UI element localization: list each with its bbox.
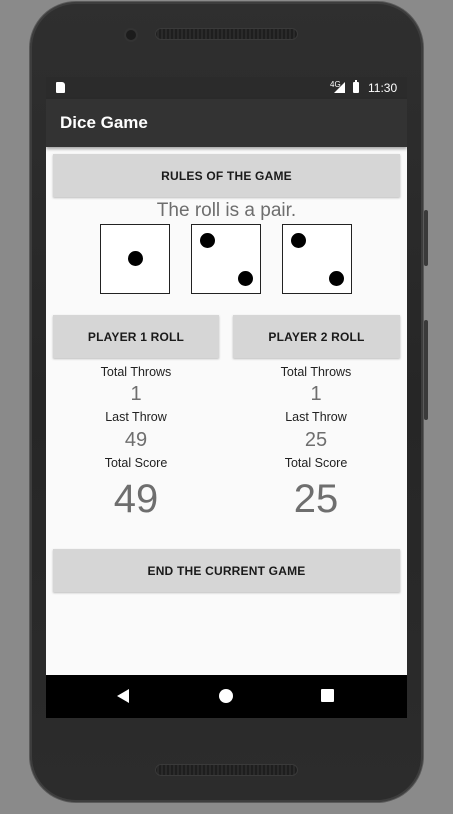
app-screen: 4G 11:30 Dice Game RULES OF THE GAME The… <box>46 77 407 718</box>
total-score-value: 49 <box>113 477 159 521</box>
last-throw-label: Last Throw <box>105 410 167 424</box>
last-throw-value: 25 <box>304 429 328 451</box>
total-throws-value: 1 <box>310 383 322 405</box>
bottom-speaker <box>155 764 298 776</box>
total-score-label: Total Score <box>284 456 348 470</box>
total-score-label: Total Score <box>104 456 168 470</box>
home-circle-icon[interactable] <box>219 689 233 703</box>
power-button <box>424 320 428 420</box>
player-2-stats: Total Throws 1 Last Throw 25 Total Score… <box>233 77 399 537</box>
total-score-value: 25 <box>293 477 339 521</box>
front-camera <box>126 30 136 40</box>
last-throw-label: Last Throw <box>285 410 347 424</box>
navigation-bar <box>46 675 407 718</box>
player-1-stats: Total Throws 1 Last Throw 49 Total Score… <box>53 77 219 537</box>
recents-square-icon[interactable] <box>321 689 334 702</box>
top-speaker <box>155 28 298 40</box>
total-throws-label: Total Throws <box>100 365 172 379</box>
back-triangle-icon[interactable] <box>117 689 129 703</box>
volume-button <box>424 210 428 266</box>
total-throws-value: 1 <box>130 383 142 405</box>
last-throw-value: 49 <box>124 429 148 451</box>
end-game-button[interactable]: END THE CURRENT GAME <box>53 549 400 592</box>
total-throws-label: Total Throws <box>280 365 352 379</box>
